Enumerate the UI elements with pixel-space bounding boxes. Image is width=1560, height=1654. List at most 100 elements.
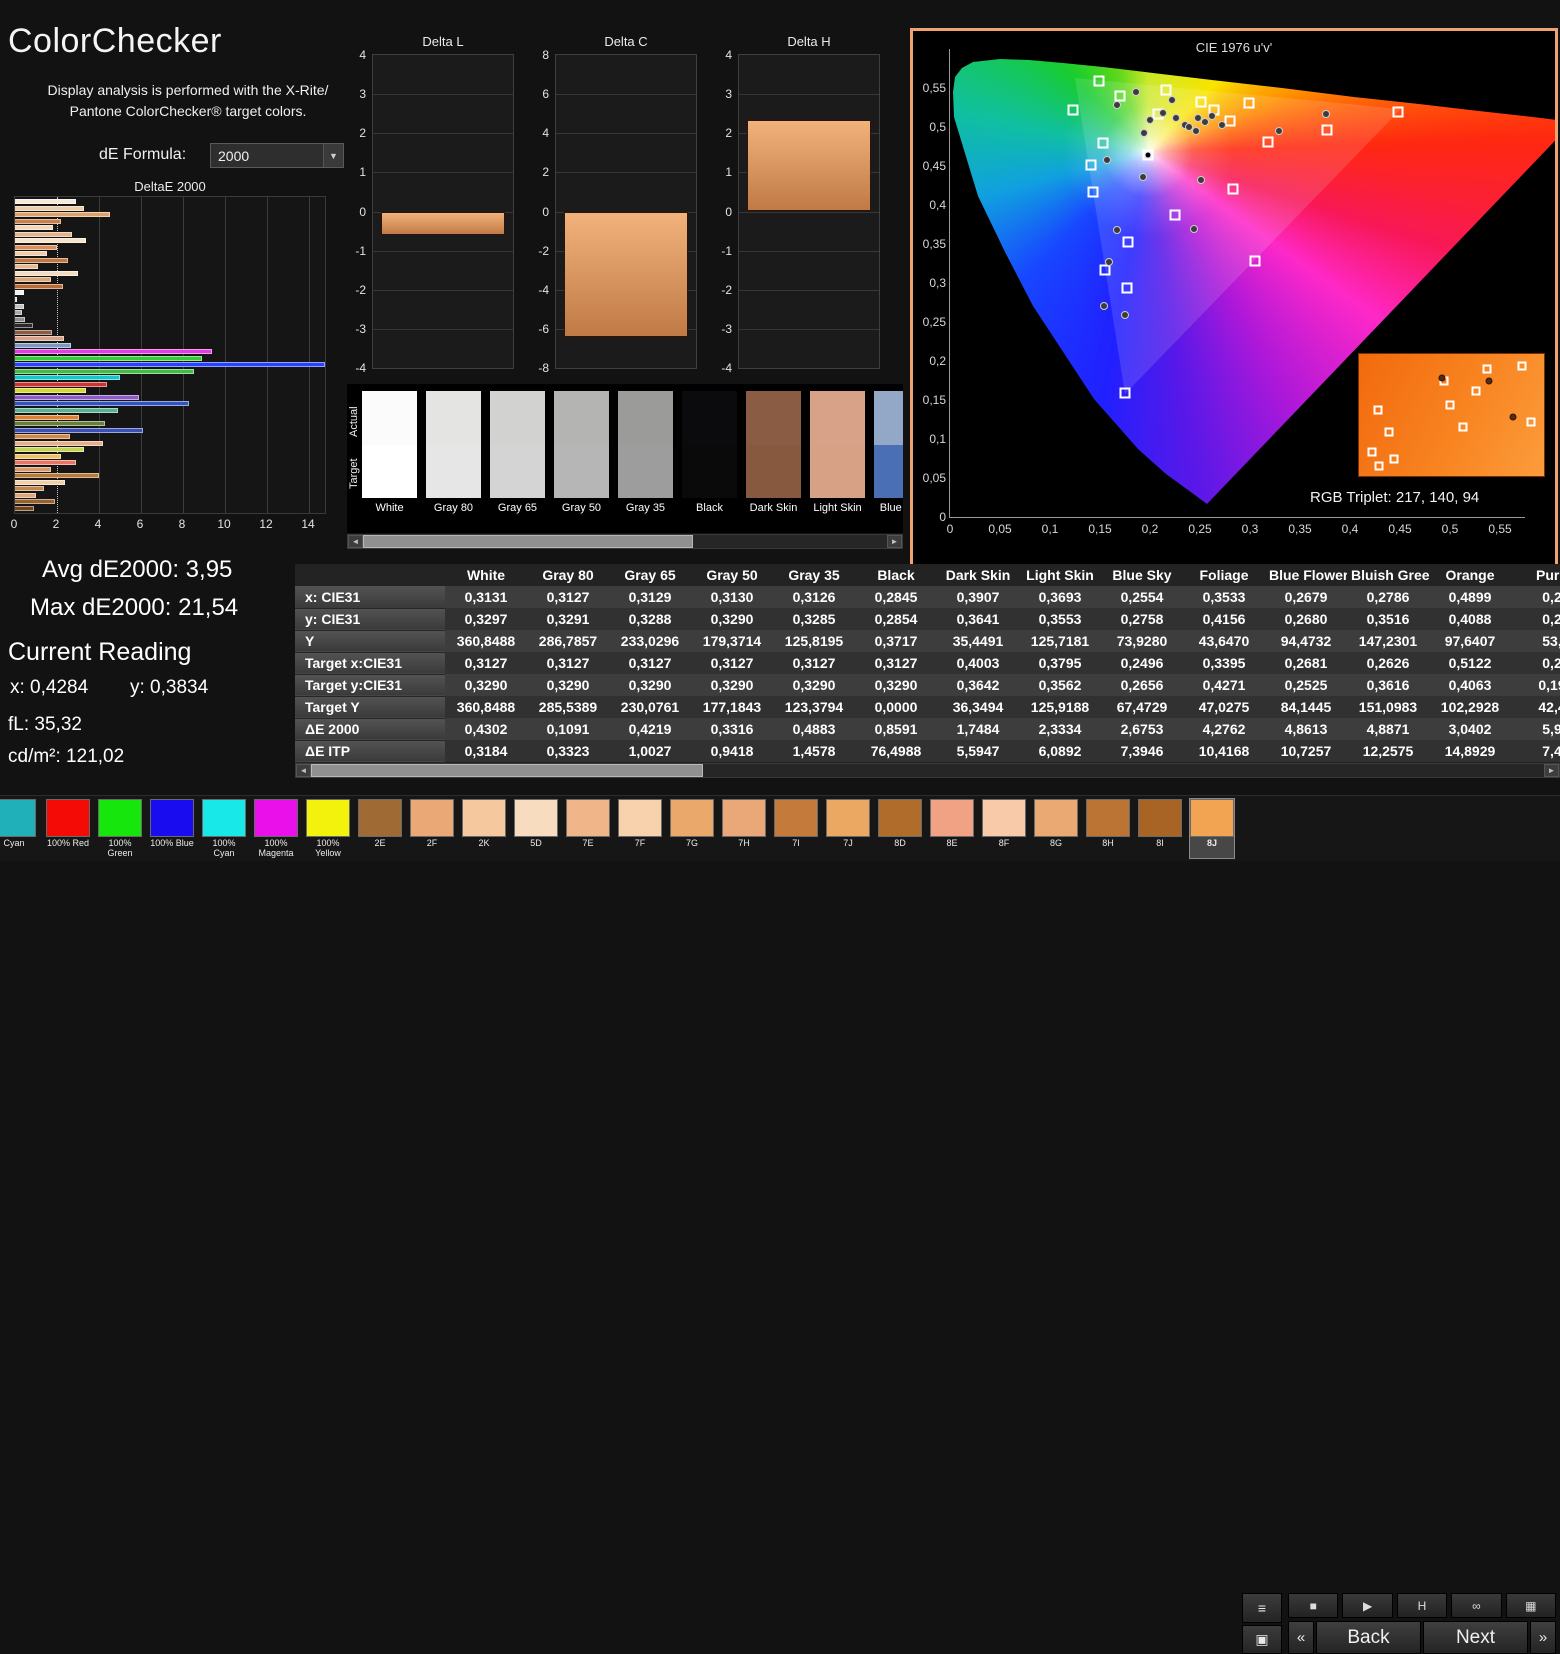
patch-swatch bbox=[1034, 799, 1078, 837]
next-chevron-button[interactable]: » bbox=[1530, 1621, 1556, 1654]
table-cell: 0,4088 bbox=[1429, 608, 1511, 630]
patch-label: 100% Yellow bbox=[306, 839, 350, 859]
deltae-chart bbox=[14, 196, 326, 514]
scroll-left-arrow[interactable]: ◄ bbox=[348, 535, 363, 548]
patch-8i[interactable]: 8I bbox=[1138, 799, 1182, 858]
cie-diagram-panel: CIE 1976 u'v' RGB Triplet: 217, 140, 94 … bbox=[910, 28, 1558, 580]
table-cell: 0,3533 bbox=[1183, 586, 1265, 608]
table-cell: 4,2762 bbox=[1183, 718, 1265, 740]
patch-swatch bbox=[878, 799, 922, 837]
patch-100-green[interactable]: 100% Green bbox=[98, 799, 142, 858]
de-formula-select[interactable]: 2000 ▼ bbox=[210, 143, 344, 168]
patch-7i[interactable]: 7I bbox=[774, 799, 818, 858]
patch-8f[interactable]: 8F bbox=[982, 799, 1026, 858]
hold-button[interactable]: H bbox=[1397, 1593, 1447, 1618]
avg-de-stat: Avg dE2000: 3,95 bbox=[42, 556, 232, 584]
target-marker bbox=[1161, 85, 1172, 96]
patch-100-yellow[interactable]: 100% Yellow bbox=[306, 799, 350, 858]
patch-2k[interactable]: 2K bbox=[462, 799, 506, 858]
row-label: x: CIE31 bbox=[295, 586, 445, 608]
target-marker bbox=[1115, 90, 1126, 101]
swatch-tile: Gray 35 bbox=[618, 391, 673, 498]
table-cell: 360,8488 bbox=[445, 630, 527, 652]
measurement-marker bbox=[1208, 112, 1216, 120]
table-cell: 0,3127 bbox=[527, 586, 609, 608]
stop-button[interactable]: ■ bbox=[1288, 1593, 1338, 1618]
target-marker bbox=[1094, 75, 1105, 86]
patch-cyan[interactable]: Cyan bbox=[0, 799, 36, 858]
table-cell: 0,5122 bbox=[1429, 652, 1511, 674]
display-button[interactable]: ▦ bbox=[1506, 1593, 1556, 1618]
target-marker bbox=[1250, 256, 1261, 267]
patch-100-magenta[interactable]: 100% Magenta bbox=[254, 799, 298, 858]
patch-8j[interactable]: 8J bbox=[1190, 799, 1234, 858]
deltae-bar bbox=[15, 330, 52, 335]
table-cell: 36,3494 bbox=[937, 696, 1019, 718]
play-button[interactable]: ▶ bbox=[1342, 1593, 1392, 1618]
menu-button[interactable]: ≡ bbox=[1242, 1593, 1282, 1623]
table-cell: 0,3290 bbox=[855, 674, 937, 696]
table-cell: 1,0027 bbox=[609, 740, 691, 762]
scrollbar-thumb[interactable] bbox=[311, 764, 703, 777]
patch-swatch bbox=[306, 799, 350, 837]
patch-7h[interactable]: 7H bbox=[722, 799, 766, 858]
target-marker bbox=[1068, 104, 1079, 115]
square-button[interactable]: ▣ bbox=[1242, 1625, 1282, 1654]
chart-title: Delta L bbox=[372, 34, 514, 49]
swatch-actual bbox=[682, 391, 737, 445]
table-cell: 0,3285 bbox=[773, 608, 855, 630]
scroll-left-arrow[interactable]: ◄ bbox=[296, 764, 311, 777]
scrollbar-track[interactable] bbox=[363, 535, 887, 548]
chart-plot: 86420-2-4-6-8 bbox=[555, 54, 697, 369]
patch-8e[interactable]: 8E bbox=[930, 799, 974, 858]
measurement-marker bbox=[1192, 127, 1200, 135]
delta-h-chart: Delta H43210-1-2-3-4 bbox=[738, 32, 880, 392]
patch-7j[interactable]: 7J bbox=[826, 799, 870, 858]
patch-7g[interactable]: 7G bbox=[670, 799, 714, 858]
table-cell: 0,2656 bbox=[1101, 674, 1183, 696]
scrollbar-thumb[interactable] bbox=[363, 535, 693, 548]
table-row: Target y:CIE310,32900,32900,32900,32900,… bbox=[295, 674, 1560, 696]
axis-tick-label: 0,55 bbox=[915, 81, 946, 95]
patch-label: Cyan bbox=[0, 839, 36, 849]
chart-plot: 43210-1-2-3-4 bbox=[738, 54, 880, 369]
scroll-right-arrow[interactable]: ► bbox=[1544, 764, 1559, 777]
inset-measurement-marker bbox=[1439, 375, 1446, 382]
patch-7e[interactable]: 7E bbox=[566, 799, 610, 858]
scroll-right-arrow[interactable]: ► bbox=[887, 535, 902, 548]
deltae-bar bbox=[15, 441, 103, 446]
description-line-1: Display analysis is performed with the X… bbox=[48, 82, 329, 98]
inset-target-marker bbox=[1367, 447, 1376, 456]
patch-100-cyan[interactable]: 100% Cyan bbox=[202, 799, 246, 858]
axis-tick-label: 6 bbox=[542, 87, 549, 101]
measurement-marker bbox=[1113, 101, 1121, 109]
link-button[interactable]: ∞ bbox=[1451, 1593, 1501, 1618]
table-cell: 0,3130 bbox=[691, 586, 773, 608]
table-cell: 43,6470 bbox=[1183, 630, 1265, 652]
patch-100-red[interactable]: 100% Red bbox=[46, 799, 90, 858]
row-label: Target x:CIE31 bbox=[295, 652, 445, 674]
table-scrollbar[interactable]: ◄ ► bbox=[295, 763, 1560, 778]
patch-8h[interactable]: 8H bbox=[1086, 799, 1130, 858]
patch-7f[interactable]: 7F bbox=[618, 799, 662, 858]
patch-100-blue[interactable]: 100% Blue bbox=[150, 799, 194, 858]
patch-2e[interactable]: 2E bbox=[358, 799, 402, 858]
swatch-tile: Dark Skin bbox=[746, 391, 801, 498]
patch-8g[interactable]: 8G bbox=[1034, 799, 1078, 858]
back-button[interactable]: Back bbox=[1316, 1621, 1421, 1654]
scrollbar-track[interactable] bbox=[311, 764, 1544, 777]
back-chevron-button[interactable]: « bbox=[1288, 1621, 1314, 1654]
axis-tick-label: -3 bbox=[721, 322, 732, 336]
patch-5d[interactable]: 5D bbox=[514, 799, 558, 858]
next-button[interactable]: Next bbox=[1423, 1621, 1528, 1654]
patch-swatch bbox=[1086, 799, 1130, 837]
patch-8d[interactable]: 8D bbox=[878, 799, 922, 858]
axis-tick-label: 0,15 bbox=[915, 393, 946, 407]
measurement-marker bbox=[1275, 127, 1283, 135]
patch-2f[interactable]: 2F bbox=[410, 799, 454, 858]
patch-label: 7I bbox=[774, 839, 818, 849]
axis-tick-label: 0,3 bbox=[1242, 522, 1259, 536]
target-marker bbox=[1123, 236, 1134, 247]
swatch-scrollbar[interactable]: ◄ ► bbox=[347, 534, 903, 549]
swatch-label: White bbox=[362, 502, 417, 514]
